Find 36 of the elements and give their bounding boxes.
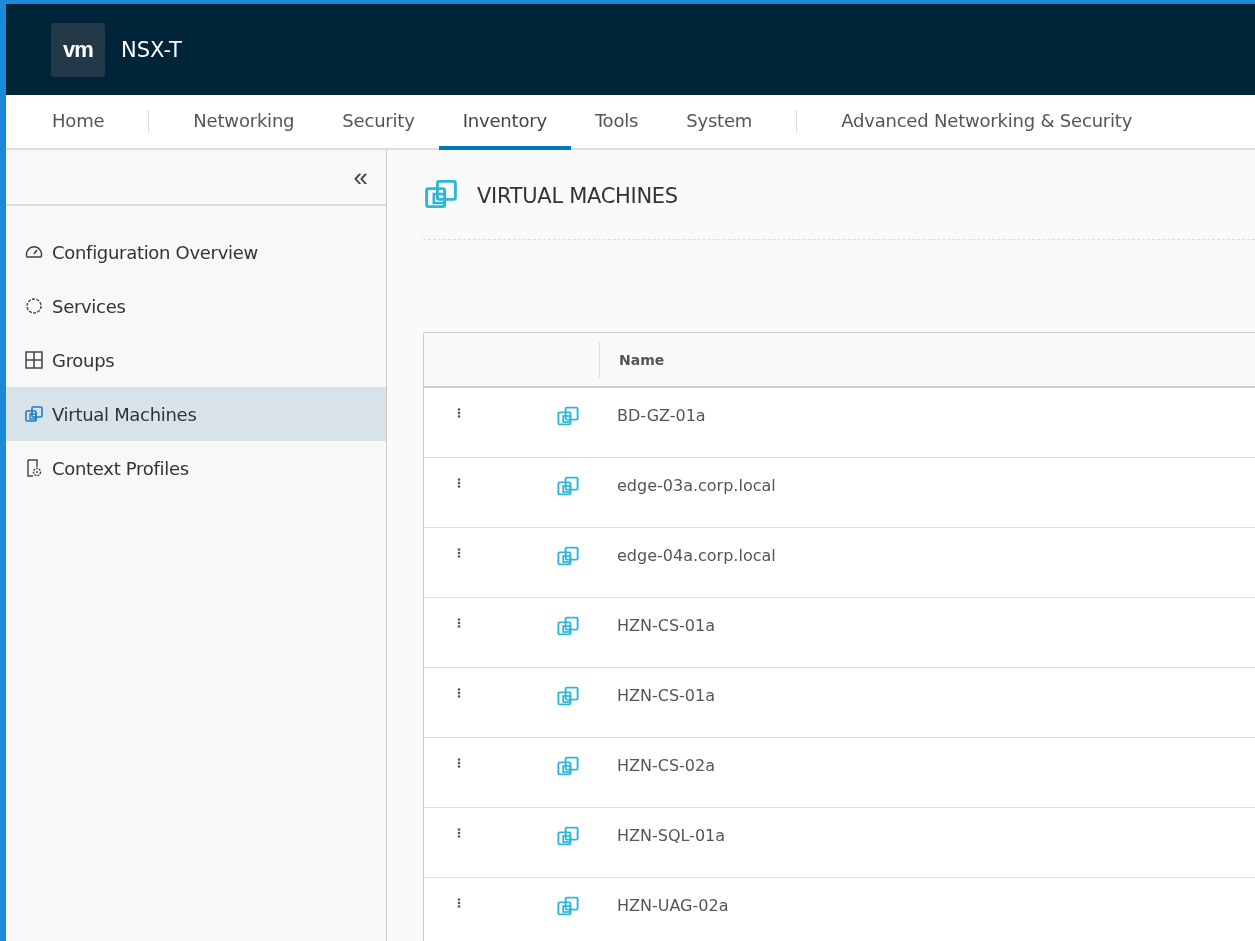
collapse-button[interactable]: « — [351, 164, 370, 190]
virtual-machine-icon — [556, 824, 580, 848]
table-cell-text: edge-04a.corp.local — [617, 545, 776, 565]
vm-logo: vm — [51, 22, 105, 77]
table-cell-text: HZN-SQL-01a — [617, 825, 726, 845]
virtual-machine-icon — [556, 894, 580, 918]
sidebar-item[interactable]: Context Profiles — [6, 441, 386, 495]
sidebar-item[interactable]: Services — [6, 279, 386, 333]
nav-tab[interactable]: Advanced Networking & Security — [817, 95, 1157, 150]
virtual-machine-icon — [556, 474, 580, 498]
sidebar-item[interactable]: Virtual Machines — [6, 387, 386, 441]
table-cell-text: BD-GZ-01a — [617, 405, 706, 425]
column-header[interactable]: Name — [600, 351, 665, 368]
grid-icon — [24, 350, 44, 370]
product-name: NSX-T — [121, 37, 182, 62]
virtual-machine-icon — [556, 544, 580, 568]
nav-tab[interactable]: Inventory — [438, 95, 571, 150]
nav-tab[interactable]: Home — [28, 95, 129, 150]
table-cell-text: HZN-CS-01a — [617, 615, 715, 635]
virtual-machine-icon — [24, 404, 44, 424]
nav-tab[interactable]: System — [662, 95, 777, 150]
table-cell-text: edge-03a.corp.local — [617, 475, 776, 495]
nav-tab[interactable]: Tools — [570, 95, 663, 150]
virtual-machine-icon — [556, 754, 580, 778]
virtual-machine-icon — [556, 614, 580, 638]
table-cell-text: HZN-CS-02a — [617, 755, 715, 775]
table-cell-text: HZN-UAG-02a — [617, 895, 729, 915]
sidebar-item[interactable]: Groups — [6, 333, 386, 387]
virtual-machine-icon — [556, 684, 580, 708]
nav-tab[interactable]: Networking — [169, 95, 319, 150]
virtual-machine-icon — [556, 404, 580, 428]
page-title: VIRTUAL MACHINES — [477, 184, 678, 208]
document-gear-icon — [24, 458, 44, 478]
nav-tab[interactable]: Security — [318, 95, 439, 150]
sidebar-item[interactable]: Configuration Overview — [6, 225, 386, 279]
table-cell-text: HZN-CS-01a — [617, 685, 715, 705]
